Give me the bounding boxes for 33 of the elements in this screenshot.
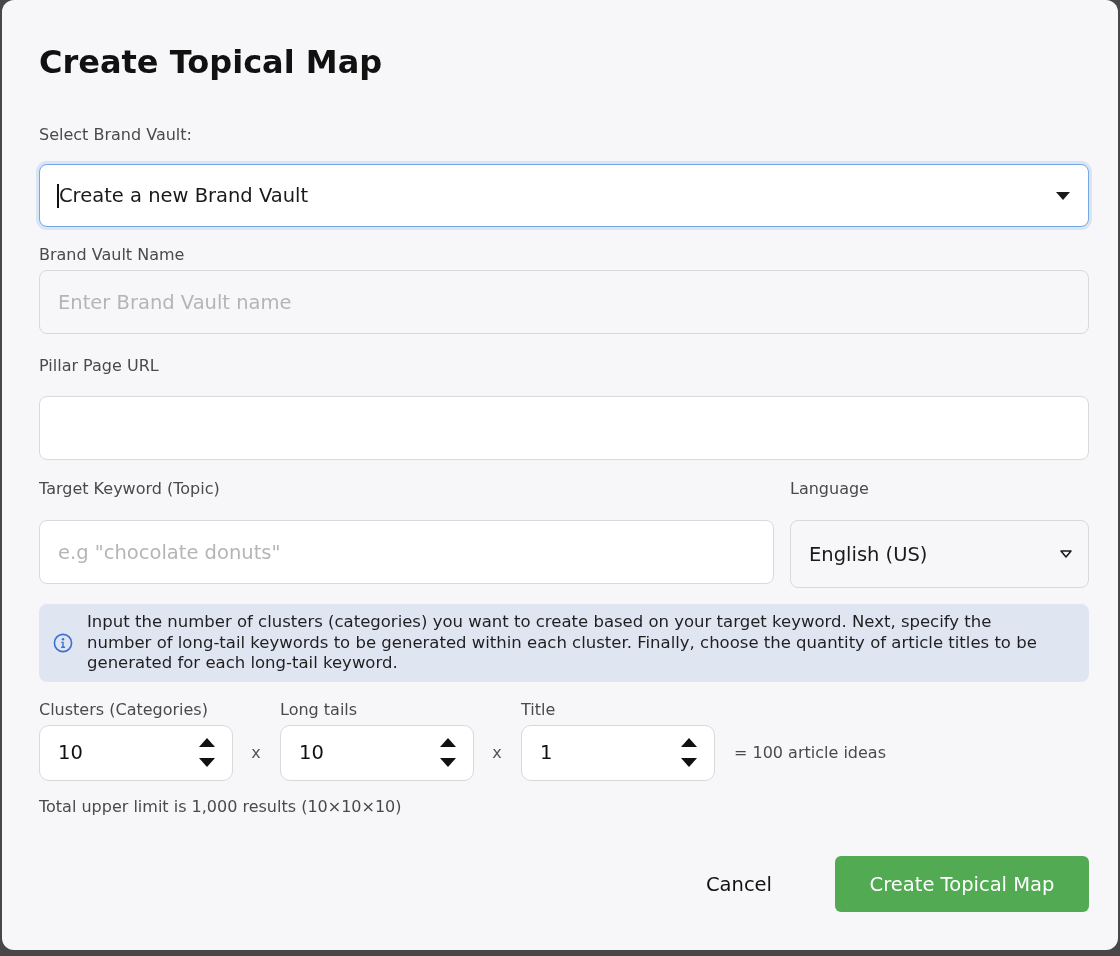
field-label: Target Keyword (Topic)	[39, 479, 220, 499]
cancel-button[interactable]: Cancel	[677, 856, 801, 912]
decrement-arrow-icon[interactable]	[199, 758, 215, 767]
decrement-arrow-icon[interactable]	[681, 758, 697, 767]
number-input[interactable]: 10	[280, 724, 474, 781]
increment-arrow-icon[interactable]	[199, 738, 215, 747]
target-keyword-field[interactable]: e.g "chocolate donuts"	[39, 520, 774, 584]
field-label: Clusters (Categories)	[39, 699, 208, 720]
increment-arrow-icon[interactable]	[681, 738, 697, 747]
number-input[interactable]: 10	[39, 724, 233, 781]
caret-icon	[1056, 191, 1070, 200]
increment-arrow-icon[interactable]	[440, 738, 456, 747]
multiply-sign: x	[491, 742, 503, 763]
field-label: Language	[790, 479, 869, 499]
multiply-sign: x	[250, 742, 262, 763]
info-text: Input the number of clusters (categories) you want to create based on your target keyword. Next, specify the number of long-tail keywords to be generated within each cluster. Finally, choose the quantity of article titles to be generated for each long-tail keyword.	[87, 612, 1038, 674]
decrement-arrow-icon[interactable]	[440, 758, 456, 767]
field-label: Brand Vault Name	[39, 245, 185, 265]
language-select[interactable]: English (US)	[790, 520, 1089, 588]
field-label: Long tails	[280, 699, 358, 720]
result-text: = 100 article ideas	[734, 742, 886, 763]
field-label: Title	[521, 699, 556, 720]
info-icon	[53, 632, 73, 653]
limit-note: Total upper limit is 1,000 results (10×10×10)	[39, 796, 402, 817]
text-cursor-icon	[57, 183, 59, 208]
number-input[interactable]: 1	[521, 724, 715, 781]
dialog-title: Create Topical Map	[39, 42, 383, 82]
caret-icon	[1060, 550, 1072, 558]
brand-vault-name-field[interactable]: Enter Brand Vault name	[39, 270, 1089, 334]
field-label: Select Brand Vault:	[39, 125, 192, 145]
brand-vault-select[interactable]: Create a new Brand Vault	[39, 164, 1089, 227]
field-label: Pillar Page URL	[39, 356, 159, 376]
pillar-page-url-field[interactable]	[39, 396, 1089, 460]
